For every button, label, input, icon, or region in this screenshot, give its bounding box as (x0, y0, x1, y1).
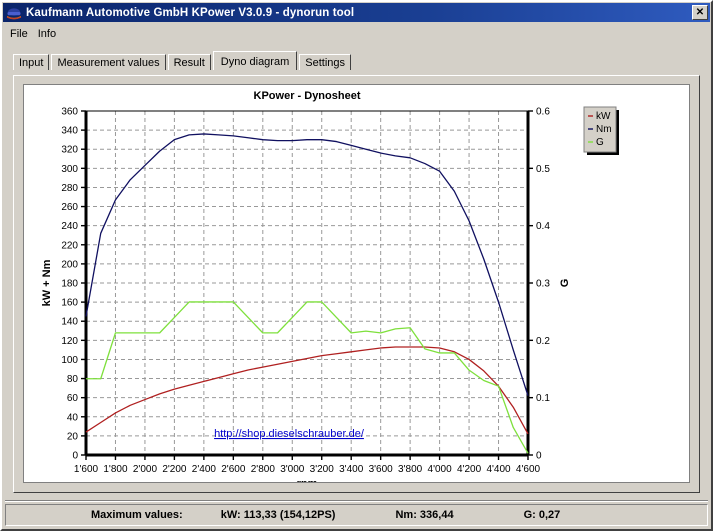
menu-bar: File Info (2, 22, 711, 43)
dyno-chart-svg: KPower - Dynosheet 0 20 40 60 80 100 120 140 160 1… (41, 90, 619, 483)
y-ticklabel-right: 0.6 (536, 107, 550, 118)
y-ticklabel-left: 140 (61, 317, 78, 328)
x-ticklabel: 2'200 (162, 464, 187, 475)
x-ticklabel: 4'400 (486, 464, 511, 475)
y-ticklabel-left: 100 (61, 355, 78, 366)
x-ticklabel: 4'600 (516, 464, 541, 475)
y-ticklabel-right: 0.2 (536, 336, 550, 347)
status-kw-value: kW: 113,33 (154,12PS) (220, 509, 336, 521)
y-ticklabel-left: 160 (61, 298, 78, 309)
app-window: Kaufmann Automotive GmbH KPower V3.0.9 -… (0, 0, 713, 531)
menu-item-file[interactable]: File (7, 26, 35, 42)
status-separator (5, 500, 708, 502)
y-ticklabel-left: 240 (61, 221, 78, 232)
x-ticklabel: 1'800 (103, 464, 128, 475)
x-ticklabel: 3'800 (398, 464, 423, 475)
tab-content-panel: KPower - Dynosheet 0 20 40 60 80 100 120 140 160 1… (13, 75, 700, 493)
x-ticklabel: 3'400 (339, 464, 364, 475)
watermark-link[interactable]: http://shop.dieselschrauber.de/ (214, 428, 365, 440)
x-axis-label: rpm (297, 478, 318, 483)
title-bar: Kaufmann Automotive GmbH KPower V3.0.9 -… (3, 3, 710, 22)
tab-result[interactable]: Result (167, 54, 211, 70)
x-ticklabel: 3'200 (310, 464, 335, 475)
y-ticklabel-left: 200 (61, 259, 78, 270)
x-ticklabel: 3'000 (280, 464, 305, 475)
menu-item-info[interactable]: Info (35, 26, 63, 42)
tab-measurement-values[interactable]: Measurement values (51, 54, 166, 70)
y-ticklabel-right: 0 (536, 451, 542, 462)
y-axis-label-right: G (559, 279, 571, 288)
y-ticklabel-left: 120 (61, 336, 78, 347)
legend-label-g: G (596, 137, 604, 148)
status-nm-value: Nm: 336,44 (395, 509, 454, 521)
y-ticklabel-right: 0.4 (536, 221, 550, 232)
status-g-value: G: 0,27 (523, 509, 561, 521)
status-bar: Maximum values: kW: 113,33 (154,12PS) Nm… (5, 504, 708, 526)
y-ticklabel-left: 60 (67, 393, 79, 404)
y-ticklabel-left: 40 (67, 412, 79, 423)
y-ticklabel-right: 0.3 (536, 279, 550, 290)
y-ticklabel-left: 260 (61, 202, 78, 213)
x-ticklabel: 2'800 (251, 464, 276, 475)
y-ticklabel-left: 340 (61, 126, 78, 137)
series-line-kw (85, 346, 529, 435)
y-ticklabel-left: 0 (72, 451, 78, 462)
y-ticklabel-right: 0.1 (536, 393, 550, 404)
x-ticklabel: 4'000 (428, 464, 453, 475)
legend-label-kw: kW (596, 111, 611, 122)
tab-settings[interactable]: Settings (299, 54, 351, 70)
y-ticklabel-left: 20 (67, 431, 79, 442)
app-cap-icon (6, 6, 22, 20)
series-line-nm (85, 133, 529, 396)
y-ticklabel-left: 280 (61, 183, 78, 194)
tab-dyno-diagram[interactable]: Dyno diagram (212, 51, 298, 70)
window-title: Kaufmann Automotive GmbH KPower V3.0.9 -… (26, 6, 355, 19)
x-ticklabel: 2'600 (221, 464, 246, 475)
status-maximum-label: Maximum values: (91, 509, 183, 521)
x-ticklabel: 4'200 (457, 464, 482, 475)
y-ticklabel-right: 0.5 (536, 164, 550, 175)
tab-input[interactable]: Input (13, 54, 50, 70)
x-ticklabel: 2'400 (192, 464, 217, 475)
y-ticklabel-left: 220 (61, 240, 78, 251)
y-ticklabel-left: 320 (61, 145, 78, 156)
legend-label-nm: Nm (596, 124, 612, 135)
y-axis-label-left: kW + Nm (41, 259, 53, 306)
tab-strip: Input Measurement values Result Dyno dia… (13, 51, 711, 70)
x-ticklabel: 1'600 (74, 464, 99, 475)
chart-title: KPower - Dynosheet (254, 90, 361, 102)
y-ticklabel-left: 80 (67, 374, 79, 385)
x-ticklabel: 2'000 (133, 464, 158, 475)
x-ticklabel: 3'600 (369, 464, 394, 475)
y-ticklabel-left: 360 (61, 107, 78, 118)
dyno-chart: KPower - Dynosheet 0 20 40 60 80 100 120 140 160 1… (23, 84, 690, 483)
y-ticklabel-left: 300 (61, 164, 78, 175)
y-ticklabel-left: 180 (61, 279, 78, 290)
close-icon[interactable]: ✕ (692, 5, 708, 20)
